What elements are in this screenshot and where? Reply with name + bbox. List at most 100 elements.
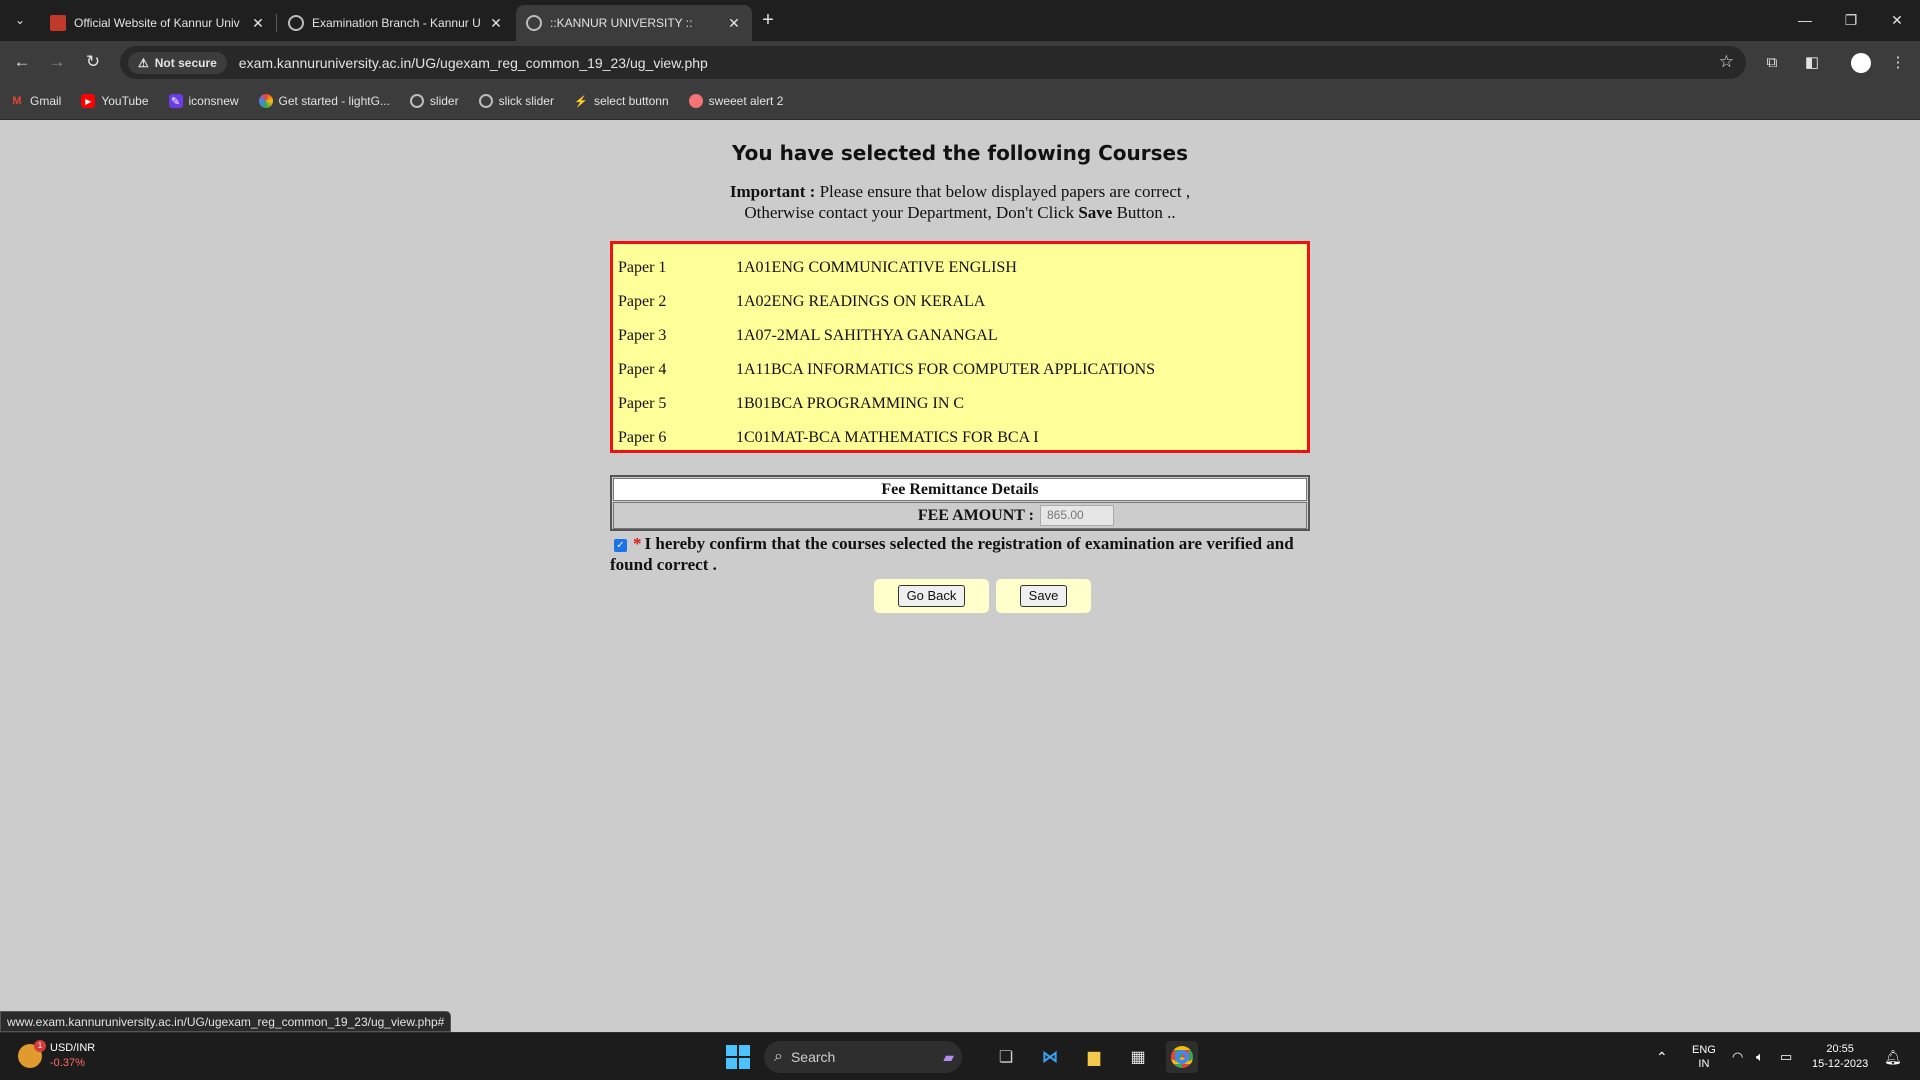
bookmark-sweet-alert[interactable]: sweeet alert 2 — [688, 94, 783, 108]
globe-icon — [526, 15, 542, 31]
important-text-line1: Please ensure that below displayed paper… — [819, 182, 1191, 201]
minimize-button[interactable]: — — [1782, 0, 1828, 40]
ticker-change: -0.37% — [50, 1057, 85, 1069]
ticker-widget[interactable]: 1 USD/INR -0.37% — [18, 1040, 96, 1071]
battery-icon[interactable]: ▭ — [1780, 1033, 1792, 1080]
bookmark-lightgallery[interactable]: Get started - lightG... — [258, 94, 390, 108]
paper-title: 1A11BCA INFORMATICS FOR COMPUTER APPLICA… — [736, 361, 1156, 378]
save-button-container: Save — [996, 579, 1091, 613]
page-content: You have selected the following Courses … — [0, 121, 1920, 1032]
search-highlight-icon: ▰ — [943, 1048, 954, 1065]
paper-number: Paper 5 — [618, 395, 667, 412]
table-row: Paper 1 1A01ENG COMMUNICATIVE ENGLISH — [613, 251, 1307, 285]
back-button[interactable]: ← — [9, 49, 35, 75]
notification-bell-icon[interactable]: 🔔︎ — [1884, 1033, 1902, 1080]
wifi-icon[interactable]: ◠ — [1732, 1033, 1743, 1080]
fee-table-heading: Fee Remittance Details — [613, 478, 1307, 501]
security-chip[interactable]: ⚠ Not secure — [128, 51, 227, 74]
bookmark-label: select buttonn — [593, 94, 669, 108]
notification-badge: 1 — [34, 1040, 46, 1052]
important-label: Important : — [729, 182, 816, 201]
vscode-icon[interactable]: ⋈ — [1034, 1041, 1066, 1073]
paper-title: 1A01ENG COMMUNICATIVE ENGLISH — [736, 259, 1017, 276]
bookmark-label: YouTube — [101, 94, 149, 108]
close-icon[interactable]: ✕ — [726, 15, 742, 32]
language-indicator[interactable]: ENG IN — [1692, 1033, 1716, 1080]
paper-number: Paper 4 — [618, 361, 667, 378]
restore-button[interactable]: ❐ — [1828, 0, 1874, 40]
address-bar[interactable]: ⚠ Not secure exam.kannuruniversity.ac.in… — [120, 46, 1746, 79]
new-tab-button[interactable]: + — [756, 8, 780, 32]
bookmark-star-icon[interactable]: ☆ — [1719, 52, 1734, 72]
clock[interactable]: 20:55 15-12-2023 — [1812, 1033, 1868, 1080]
bookmark-label: Gmail — [30, 94, 62, 108]
confirm-text: I hereby confirm that the courses select… — [610, 534, 1294, 574]
paper-number: Paper 2 — [618, 293, 667, 310]
task-view-icon[interactable]: ❏ — [990, 1041, 1022, 1073]
bookmark-label: slick slider — [498, 94, 554, 108]
tab-examination-branch[interactable]: Examination Branch - Kannur U ✕ — [278, 5, 514, 41]
paper-title: 1C01MAT-BCA MATHEMATICS FOR BCA I — [736, 429, 1039, 446]
important-save-word: Save — [1078, 203, 1113, 222]
volume-icon[interactable]: 🔈︎ — [1756, 1033, 1764, 1080]
tab-kannur-university[interactable]: ::KANNUR UNIVERSITY :: ✕ — [516, 5, 752, 41]
fee-amount-field[interactable]: 865.00 — [1040, 505, 1114, 526]
bookmark-label: Get started - lightG... — [278, 94, 390, 108]
bookmarks-bar: M Gmail ▶ YouTube ✎ iconsnew Get started… — [0, 83, 1920, 120]
paper-title: 1B01BCA PROGRAMMING IN C — [736, 395, 965, 412]
url-text[interactable]: exam.kannuruniversity.ac.in/UG/ugexam_re… — [239, 55, 708, 71]
chrome-icon — [1171, 1046, 1193, 1068]
forward-button[interactable]: → — [44, 49, 70, 75]
taskbar-search[interactable]: ⌕ Search ▰ — [764, 1041, 962, 1073]
save-button[interactable]: Save — [1019, 585, 1068, 607]
menu-kebab-icon[interactable]: ⋮ — [1886, 50, 1910, 74]
file-explorer-icon[interactable]: ▆ — [1078, 1041, 1110, 1073]
important-notice: Important : Please ensure that below dis… — [0, 181, 1920, 223]
tab-label: Examination Branch - Kannur U — [312, 16, 481, 30]
window-close-button[interactable]: ✕ — [1874, 0, 1920, 40]
bookmark-youtube[interactable]: ▶ YouTube — [81, 94, 149, 108]
bookmark-select-buttonn[interactable]: ⚡ select buttonn — [574, 94, 669, 108]
tab-label: ::KANNUR UNIVERSITY :: — [550, 16, 693, 30]
bookmark-slick-slider[interactable]: slick slider — [478, 94, 554, 108]
paper-title: 1A02ENG READINGS ON KERALA — [736, 293, 986, 310]
tab-kannur-official[interactable]: Official Website of Kannur Univ ✕ — [40, 5, 276, 41]
table-row: Paper 2 1A02ENG READINGS ON KERALA — [613, 285, 1307, 319]
reload-button[interactable]: ↻ — [80, 49, 106, 75]
paper-title: 1A07-2MAL SAHITHYA GANANGAL — [736, 327, 998, 344]
side-panel-icon[interactable]: ◧ — [1800, 50, 1824, 74]
windows-start-icon[interactable] — [726, 1045, 750, 1069]
table-row: Paper 5 1B01BCA PROGRAMMING IN C — [613, 387, 1307, 421]
search-icon: ⌕ — [774, 1048, 783, 1065]
paper-number: Paper 1 — [618, 259, 667, 276]
bookmark-slider[interactable]: slider — [409, 94, 459, 108]
close-icon[interactable]: ✕ — [488, 15, 504, 32]
bookmark-gmail[interactable]: M Gmail — [10, 94, 61, 108]
close-icon[interactable]: ✕ — [250, 15, 266, 32]
region-code: IN — [1698, 1058, 1710, 1070]
globe-icon — [478, 94, 493, 108]
ticker-name: USD/INR — [50, 1042, 96, 1054]
important-text-line2: Otherwise contact your Department, Don't… — [744, 203, 1075, 222]
table-row: Paper 4 1A11BCA INFORMATICS FOR COMPUTER… — [613, 353, 1307, 387]
required-asterisk: * — [633, 534, 642, 553]
paper-number: Paper 6 — [618, 429, 667, 446]
tab-search-button[interactable]: ⌄ — [8, 8, 32, 32]
taskbar-search-label: Search — [790, 1049, 836, 1065]
selected-papers-table: Paper 1 1A01ENG COMMUNICATIVE ENGLISH Pa… — [610, 241, 1310, 453]
chrome-taskbar-icon[interactable] — [1166, 1041, 1198, 1073]
store-icon[interactable]: ▦ — [1122, 1041, 1154, 1073]
paper-number: Paper 3 — [618, 327, 667, 344]
sweetalert-icon — [688, 94, 703, 108]
go-back-button[interactable]: Go Back — [897, 585, 966, 607]
extensions-icon[interactable]: ⧉ — [1760, 50, 1784, 74]
profile-avatar[interactable] — [1851, 53, 1871, 73]
iconsnew-icon: ✎ — [168, 94, 183, 108]
bookmark-iconsnew[interactable]: ✎ iconsnew — [168, 94, 239, 108]
globe-icon — [409, 94, 424, 108]
confirm-checkbox[interactable]: ✓ — [614, 539, 627, 552]
clock-date: 15-12-2023 — [1812, 1058, 1869, 1070]
go-back-button-container: Go Back — [874, 579, 989, 613]
chevron-up-icon[interactable]: ⌃ — [1656, 1033, 1668, 1080]
fee-amount-row: FEE AMOUNT : 865.00 — [613, 502, 1307, 529]
